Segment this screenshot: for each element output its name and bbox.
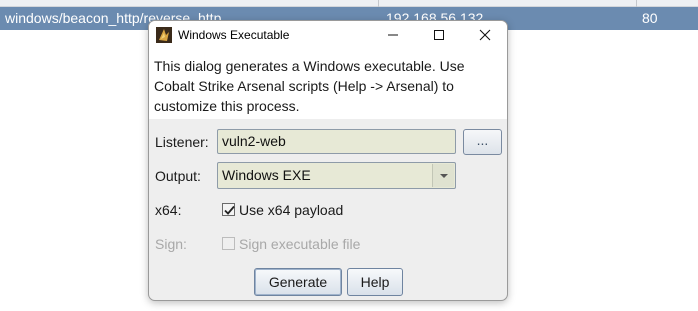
x64-checkbox[interactable]: [222, 203, 235, 216]
close-button[interactable]: [462, 21, 507, 49]
maximize-icon: [434, 30, 444, 40]
checkmark-icon: [224, 205, 235, 215]
cobalt-strike-icon: [156, 27, 172, 43]
table-header: [0, 0, 698, 7]
minimize-icon: [388, 34, 398, 36]
dialog-description: This dialog generates a Windows executab…: [149, 49, 507, 119]
browse-listener-button[interactable]: ...: [463, 129, 502, 155]
listener-label: Listener:: [155, 134, 209, 150]
x64-checkbox-label[interactable]: Use x64 payload: [239, 202, 343, 218]
column-separator[interactable]: [636, 0, 637, 7]
x64-label: x64:: [155, 202, 182, 218]
column-separator[interactable]: [378, 0, 379, 7]
sign-label: Sign:: [155, 236, 187, 252]
output-select[interactable]: Windows EXE: [217, 162, 456, 189]
port-cell: 80: [642, 10, 658, 26]
output-label: Output:: [155, 168, 201, 184]
generate-button[interactable]: Generate: [254, 268, 342, 296]
dropdown-arrow-icon: [439, 173, 448, 178]
title-bar[interactable]: Windows Executable: [149, 21, 507, 49]
sign-checkbox-label[interactable]: Sign executable file: [239, 236, 360, 252]
help-button[interactable]: Help: [347, 268, 403, 296]
maximize-button[interactable]: [416, 21, 462, 49]
listener-field[interactable]: vuln2-web: [217, 129, 456, 154]
sign-checkbox[interactable]: [222, 237, 235, 250]
minimize-button[interactable]: [370, 21, 416, 49]
output-selected-value: Windows EXE: [222, 167, 311, 183]
windows-executable-dialog: Windows Executable This dialog generates…: [148, 20, 508, 301]
dialog-title: Windows Executable: [178, 28, 290, 42]
close-icon: [479, 29, 491, 41]
dropdown-arrow-button[interactable]: [432, 164, 454, 187]
